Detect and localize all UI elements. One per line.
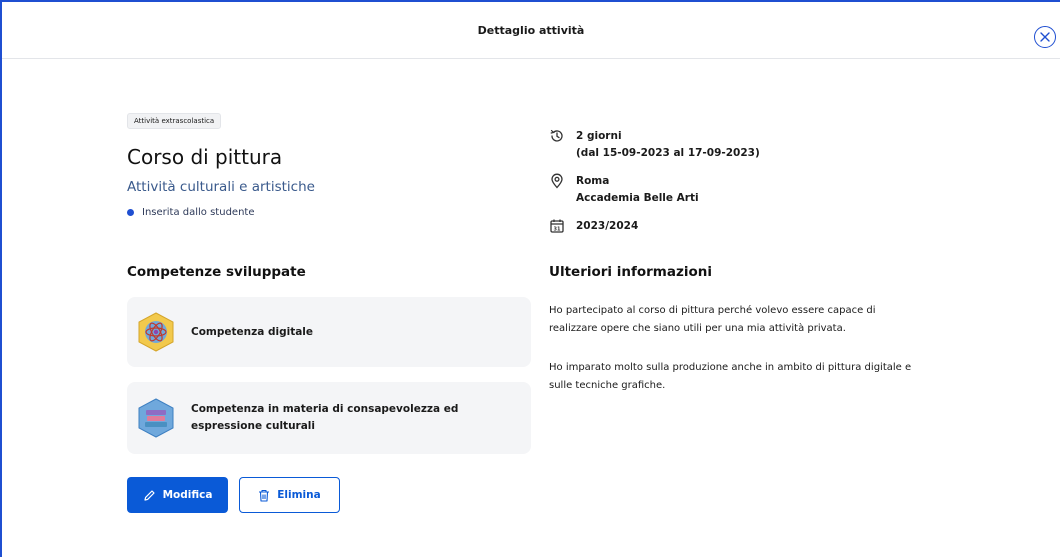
edit-button[interactable]: Modifica [127,477,228,513]
status-indicator: Inserita dallo studente [127,207,532,218]
calendar-icon: 31 [550,219,564,233]
close-icon [1040,32,1050,42]
competence-label: Competenza in materia di consapevolezza … [191,403,459,432]
pencil-icon [143,489,155,501]
books-badge-icon [138,398,174,438]
status-label: Inserita dallo studente [142,207,255,218]
modal-header: Dettaglio attività [2,2,1060,59]
competence-card: Competenza digitale [127,297,531,367]
extra-info-paragraph: Ho imparato molto sulla produzione anche… [549,362,912,391]
modal-title: Dettaglio attività [477,23,585,37]
competences-section-title: Competenze sviluppate [127,264,306,280]
activity-category: Attività culturali e artistiche [127,179,315,195]
delete-label: Elimina [277,489,321,501]
city-name: Roma [576,175,610,187]
close-button[interactable] [1034,26,1056,48]
status-dot-icon [127,209,134,216]
date-range: (dal 15-09-2023 al 17-09-2023) [576,147,760,159]
activity-type-tag: Attività extrascolastica [127,113,222,129]
duration-info: 2 giorni (dal 15-09-2023 al 17-09-2023) [549,128,760,162]
extra-info-paragraph: Ho partecipato al corso di pittura perch… [549,305,876,334]
edit-label: Modifica [162,489,213,501]
activity-summary: Attività extrascolastica Corso di pittur… [127,108,532,218]
delete-button[interactable]: Elimina [239,477,340,513]
activity-title: Corso di pittura [127,145,283,169]
competence-card: Competenza in materia di consapevolezza … [127,382,531,454]
location-pin-icon [551,173,563,189]
location-info: Roma Accademia Belle Arti [549,173,699,207]
extra-info-section-title: Ulteriori informazioni [549,264,712,280]
school-year-value: 2023/2024 [576,220,639,232]
clock-history-icon [550,129,563,142]
competence-label: Competenza digitale [191,325,314,338]
venue-name: Accademia Belle Arti [576,192,699,204]
duration-value: 2 giorni [576,130,622,142]
school-year-info: 31 2023/2024 [549,218,638,235]
svg-text:31: 31 [554,227,561,233]
atom-badge-icon [138,312,174,352]
trash-icon [259,489,270,502]
